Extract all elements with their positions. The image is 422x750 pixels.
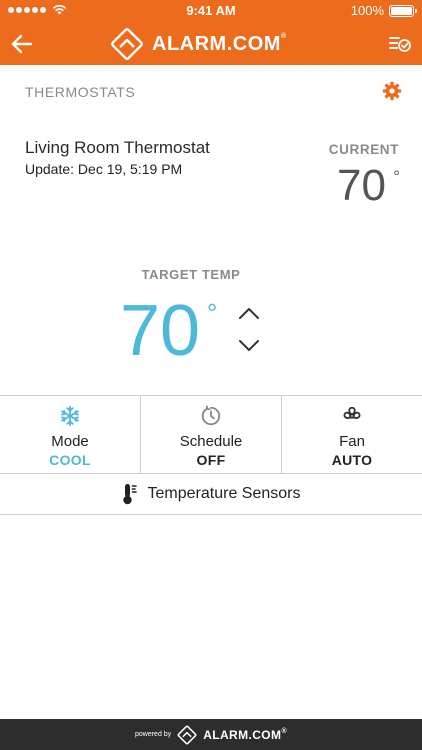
schedule-label: Schedule (179, 433, 243, 450)
target-temp-value: 70 (120, 291, 201, 371)
schedule-clock-icon (201, 405, 221, 426)
powered-by-text: powered by (134, 731, 172, 738)
mode-button[interactable]: Mode COOL (0, 396, 140, 473)
list-check-icon[interactable] (388, 32, 412, 56)
battery-fill (391, 6, 412, 15)
fan-value: AUTO (331, 452, 373, 468)
controls-grid: Mode COOL Schedule OFF Fan AUTO (0, 395, 422, 474)
snowflake-icon (61, 405, 79, 427)
gear-icon[interactable] (382, 81, 402, 101)
fan-label: Fan (339, 433, 365, 450)
mode-label: Mode (51, 433, 89, 450)
temperature-sensors-button[interactable]: Temperature Sensors (0, 474, 422, 515)
footer-brand: ALARM.COM® (203, 727, 288, 742)
app-header: 9:41 AM 100% ALARM.COM® (0, 0, 422, 65)
target-degree-symbol: ° (207, 298, 218, 328)
status-bar: 9:41 AM 100% (0, 0, 422, 22)
alarm-house-logo-footer (177, 725, 197, 744)
battery-area: 100% (350, 3, 417, 18)
schedule-button[interactable]: Schedule OFF (140, 396, 281, 473)
brand-name: ALARM.COM® (152, 32, 287, 55)
chevron-up-icon[interactable] (238, 306, 260, 320)
battery-icon (389, 4, 417, 17)
current-label: CURRENT (328, 142, 399, 157)
thermometer-icon (122, 484, 137, 505)
last-update: Update: Dec 19, 5:19 PM (25, 161, 183, 177)
fan-button[interactable]: Fan AUTO (281, 396, 422, 473)
chevron-down-icon[interactable] (238, 339, 260, 353)
nav-bar: ALARM.COM® (0, 22, 422, 65)
current-degree-symbol: ° (393, 167, 400, 186)
arrow-left-icon[interactable] (10, 32, 34, 56)
footer: powered by ALARM.COM® (0, 719, 422, 750)
battery-percent: 100% (350, 3, 384, 18)
brand-logo: ALARM.COM® (110, 27, 287, 61)
alarm-house-logo (111, 28, 143, 60)
device-name: Living Room Thermostat (25, 138, 210, 157)
section-title: THERMOSTATS (25, 84, 136, 100)
fan-icon (343, 406, 361, 419)
target-temp-label: TARGET TEMP (141, 267, 241, 282)
schedule-value: OFF (196, 452, 226, 468)
current-temp: 70 (337, 161, 386, 210)
sensors-label: Temperature Sensors (147, 485, 301, 502)
mode-value: COOL (49, 452, 91, 468)
section-header: THERMOSTATS (0, 65, 422, 120)
